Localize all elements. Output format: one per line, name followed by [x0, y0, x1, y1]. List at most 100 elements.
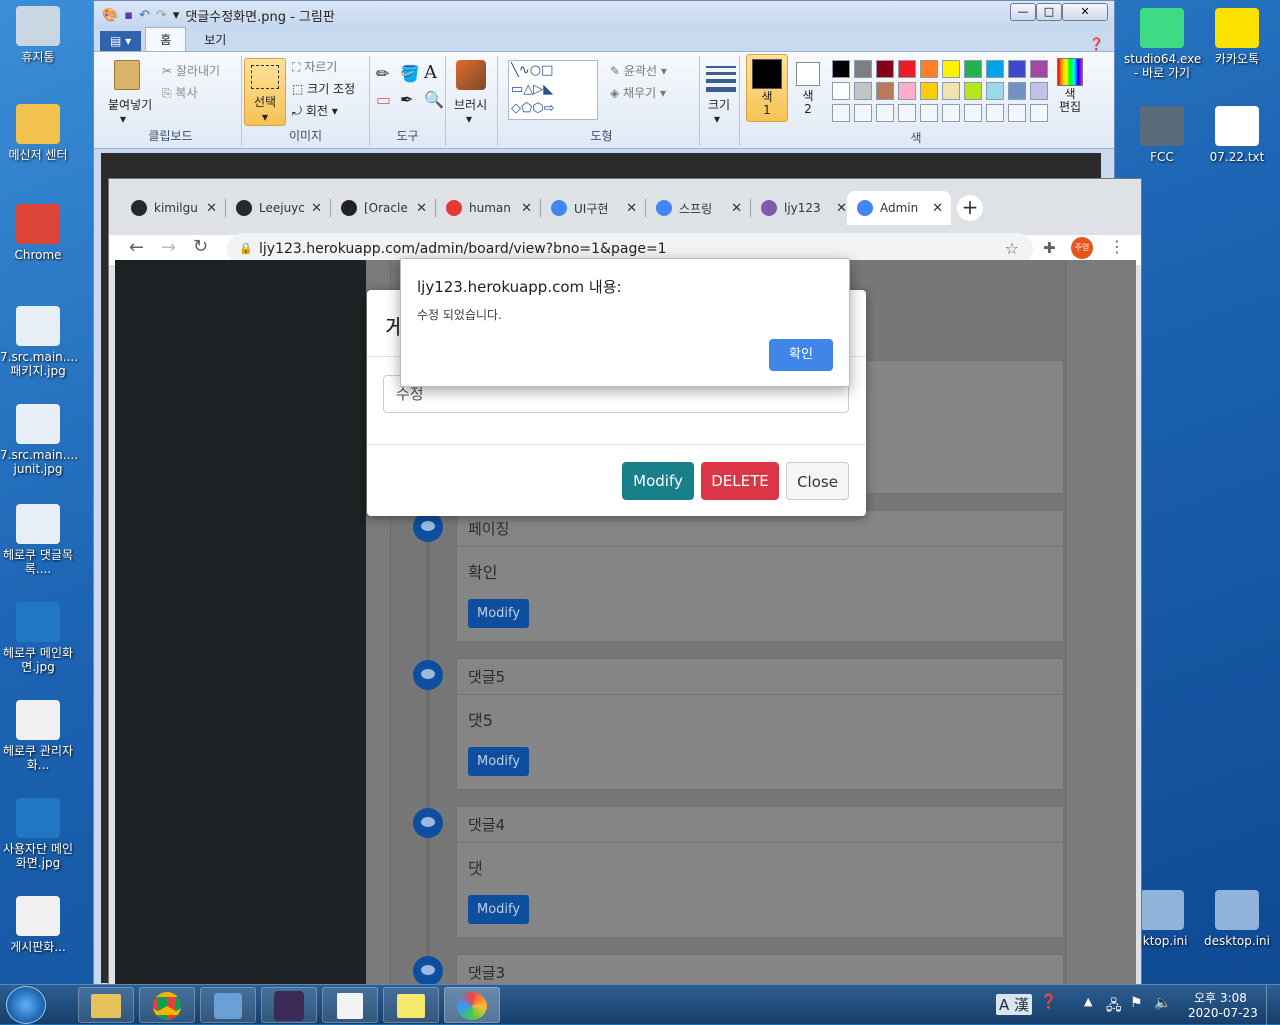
- cut-button[interactable]: ✂ 잘라내기: [162, 62, 220, 79]
- profile-avatar[interactable]: 주영: [1071, 237, 1093, 259]
- new-tab-button[interactable]: +: [957, 195, 983, 221]
- pencil-icon[interactable]: ✏: [376, 64, 389, 83]
- tab-home[interactable]: 홈: [145, 27, 187, 51]
- clock-date[interactable]: 2020-07-23: [1188, 1006, 1258, 1020]
- taskbar-eclipse[interactable]: [261, 987, 317, 1023]
- browser-tab[interactable]: 스프링 ✕: [646, 191, 750, 225]
- color-swatch[interactable]: [854, 82, 872, 100]
- desktop-icon[interactable]: 휴지통: [0, 6, 76, 64]
- comment-modify-button[interactable]: Modify: [468, 599, 530, 628]
- tab-view[interactable]: 보기: [190, 28, 240, 51]
- clock-time[interactable]: 오후 3:08: [1194, 989, 1247, 1006]
- desktop-icon[interactable]: desktop.ini: [1199, 890, 1275, 948]
- tray-expand-icon[interactable]: ▲: [1084, 995, 1092, 1008]
- color-picker-icon[interactable]: ✒: [400, 90, 413, 109]
- empty-color-swatch[interactable]: [898, 104, 916, 122]
- color-swatch[interactable]: [920, 60, 938, 78]
- crop-button[interactable]: ⛶ 자르기: [292, 58, 337, 75]
- alert-ok-button[interactable]: 확인: [769, 339, 833, 371]
- browser-tab[interactable]: Leejuyc ✕: [226, 191, 330, 225]
- color2-button[interactable]: 색 2: [790, 54, 826, 122]
- tab-close-icon[interactable]: ✕: [416, 201, 427, 216]
- brush-icon[interactable]: [456, 60, 486, 90]
- browser-tab[interactable]: human ✕: [436, 191, 540, 225]
- taskbar-explorer[interactable]: [78, 987, 134, 1023]
- forward-icon[interactable]: →: [161, 237, 176, 258]
- paste-icon[interactable]: [114, 60, 140, 90]
- fill-shape-button[interactable]: ◈ 채우기 ▾: [610, 84, 666, 101]
- color-swatch[interactable]: [832, 60, 850, 78]
- color-swatch[interactable]: [1030, 60, 1048, 78]
- color-swatch[interactable]: [1030, 82, 1048, 100]
- tab-close-icon[interactable]: ✕: [206, 201, 217, 216]
- browser-tab[interactable]: Admin ✕: [847, 191, 951, 225]
- copy-button[interactable]: ⎘ 복사: [162, 84, 198, 101]
- taskbar-chrome[interactable]: [139, 987, 195, 1023]
- desktop-icon[interactable]: 헤로쿠 댓글목록....: [0, 504, 76, 576]
- fill-icon[interactable]: 🪣: [400, 64, 420, 83]
- empty-color-swatch[interactable]: [854, 104, 872, 122]
- empty-color-swatch[interactable]: [876, 104, 894, 122]
- color1-button[interactable]: 색 1: [746, 54, 788, 122]
- menu-kebab-icon[interactable]: ⋮: [1109, 237, 1125, 256]
- desktop-icon[interactable]: 7.src.main.... junit.jpg: [0, 404, 78, 476]
- redo-icon[interactable]: ↷: [156, 8, 167, 23]
- color-swatch[interactable]: [942, 60, 960, 78]
- outline-button[interactable]: ✎ 윤곽선 ▾: [610, 62, 667, 79]
- desktop-icon[interactable]: 07.22.txt: [1199, 106, 1275, 164]
- tab-close-icon[interactable]: ✕: [932, 201, 943, 216]
- undo-icon[interactable]: ↶: [139, 8, 150, 23]
- taskbar-app3[interactable]: [200, 987, 256, 1023]
- empty-color-swatch[interactable]: [832, 104, 850, 122]
- empty-color-swatch[interactable]: [986, 104, 1004, 122]
- color-swatch[interactable]: [964, 82, 982, 100]
- start-button[interactable]: [6, 986, 46, 1024]
- tab-close-icon[interactable]: ✕: [731, 201, 742, 216]
- reload-icon[interactable]: ↻: [193, 236, 208, 257]
- comment-modify-button[interactable]: Modify: [468, 895, 530, 924]
- desktop-icon[interactable]: 헤로쿠 메인화면.jpg: [0, 602, 76, 674]
- color-swatch[interactable]: [832, 82, 850, 100]
- magnifier-icon[interactable]: 🔍: [424, 90, 444, 109]
- flag-icon[interactable]: ⚑: [1130, 995, 1143, 1011]
- color-swatch[interactable]: [1008, 60, 1026, 78]
- select-button[interactable]: 선택 ▾: [244, 58, 286, 126]
- back-icon[interactable]: ←: [129, 237, 144, 258]
- extensions-icon[interactable]: ✚: [1043, 239, 1056, 257]
- network-icon[interactable]: 🖧: [1106, 995, 1122, 1019]
- color-swatch[interactable]: [986, 60, 1004, 78]
- eraser-icon[interactable]: ▭: [376, 90, 391, 109]
- color-swatch[interactable]: [942, 82, 960, 100]
- quick-access-dropdown-icon[interactable]: ▾: [173, 8, 180, 23]
- rotate-button[interactable]: ⤾ 회전 ▾: [292, 102, 338, 119]
- desktop-icon[interactable]: 게시판화...: [0, 896, 76, 954]
- brush-button[interactable]: 브러시: [454, 96, 487, 113]
- minimize-button[interactable]: —: [1010, 3, 1036, 21]
- color-swatch[interactable]: [920, 82, 938, 100]
- save-icon[interactable]: ▪: [124, 8, 133, 23]
- close-button[interactable]: ✕: [1062, 3, 1108, 21]
- resize-button[interactable]: ⬚ 크기 조정: [292, 80, 355, 97]
- tab-close-icon[interactable]: ✕: [521, 201, 532, 216]
- help-tray-icon[interactable]: ❓: [1040, 994, 1057, 1010]
- browser-tab[interactable]: [Oracle ✕: [331, 191, 435, 225]
- color-swatch[interactable]: [986, 82, 1004, 100]
- tab-close-icon[interactable]: ✕: [626, 201, 637, 216]
- modal-modify-button[interactable]: Modify: [622, 462, 694, 500]
- taskbar-sticky[interactable]: [383, 987, 439, 1023]
- taskbar-wordpad[interactable]: [322, 987, 378, 1023]
- empty-color-swatch[interactable]: [942, 104, 960, 122]
- tab-close-icon[interactable]: ✕: [836, 201, 847, 216]
- shapes-gallery[interactable]: ╲∿○□ ▭△▷◣ ◇⬠⬡⇨: [508, 60, 598, 120]
- taskbar-paint[interactable]: [444, 987, 500, 1023]
- color-swatch[interactable]: [898, 60, 916, 78]
- empty-color-swatch[interactable]: [1030, 104, 1048, 122]
- desktop-icon[interactable]: 사용자단 메인화면.jpg: [0, 798, 76, 870]
- desktop-icon[interactable]: 헤로쿠 관리자화...: [0, 700, 76, 772]
- color-swatch[interactable]: [964, 60, 982, 78]
- desktop-icon[interactable]: FCC: [1124, 106, 1200, 164]
- browser-tab[interactable]: ljy123 ✕: [751, 191, 855, 225]
- ime-indicator[interactable]: A 漢: [996, 994, 1033, 1015]
- volume-icon[interactable]: 🔈: [1154, 995, 1171, 1011]
- browser-tab[interactable]: UI구현 ✕: [541, 191, 645, 225]
